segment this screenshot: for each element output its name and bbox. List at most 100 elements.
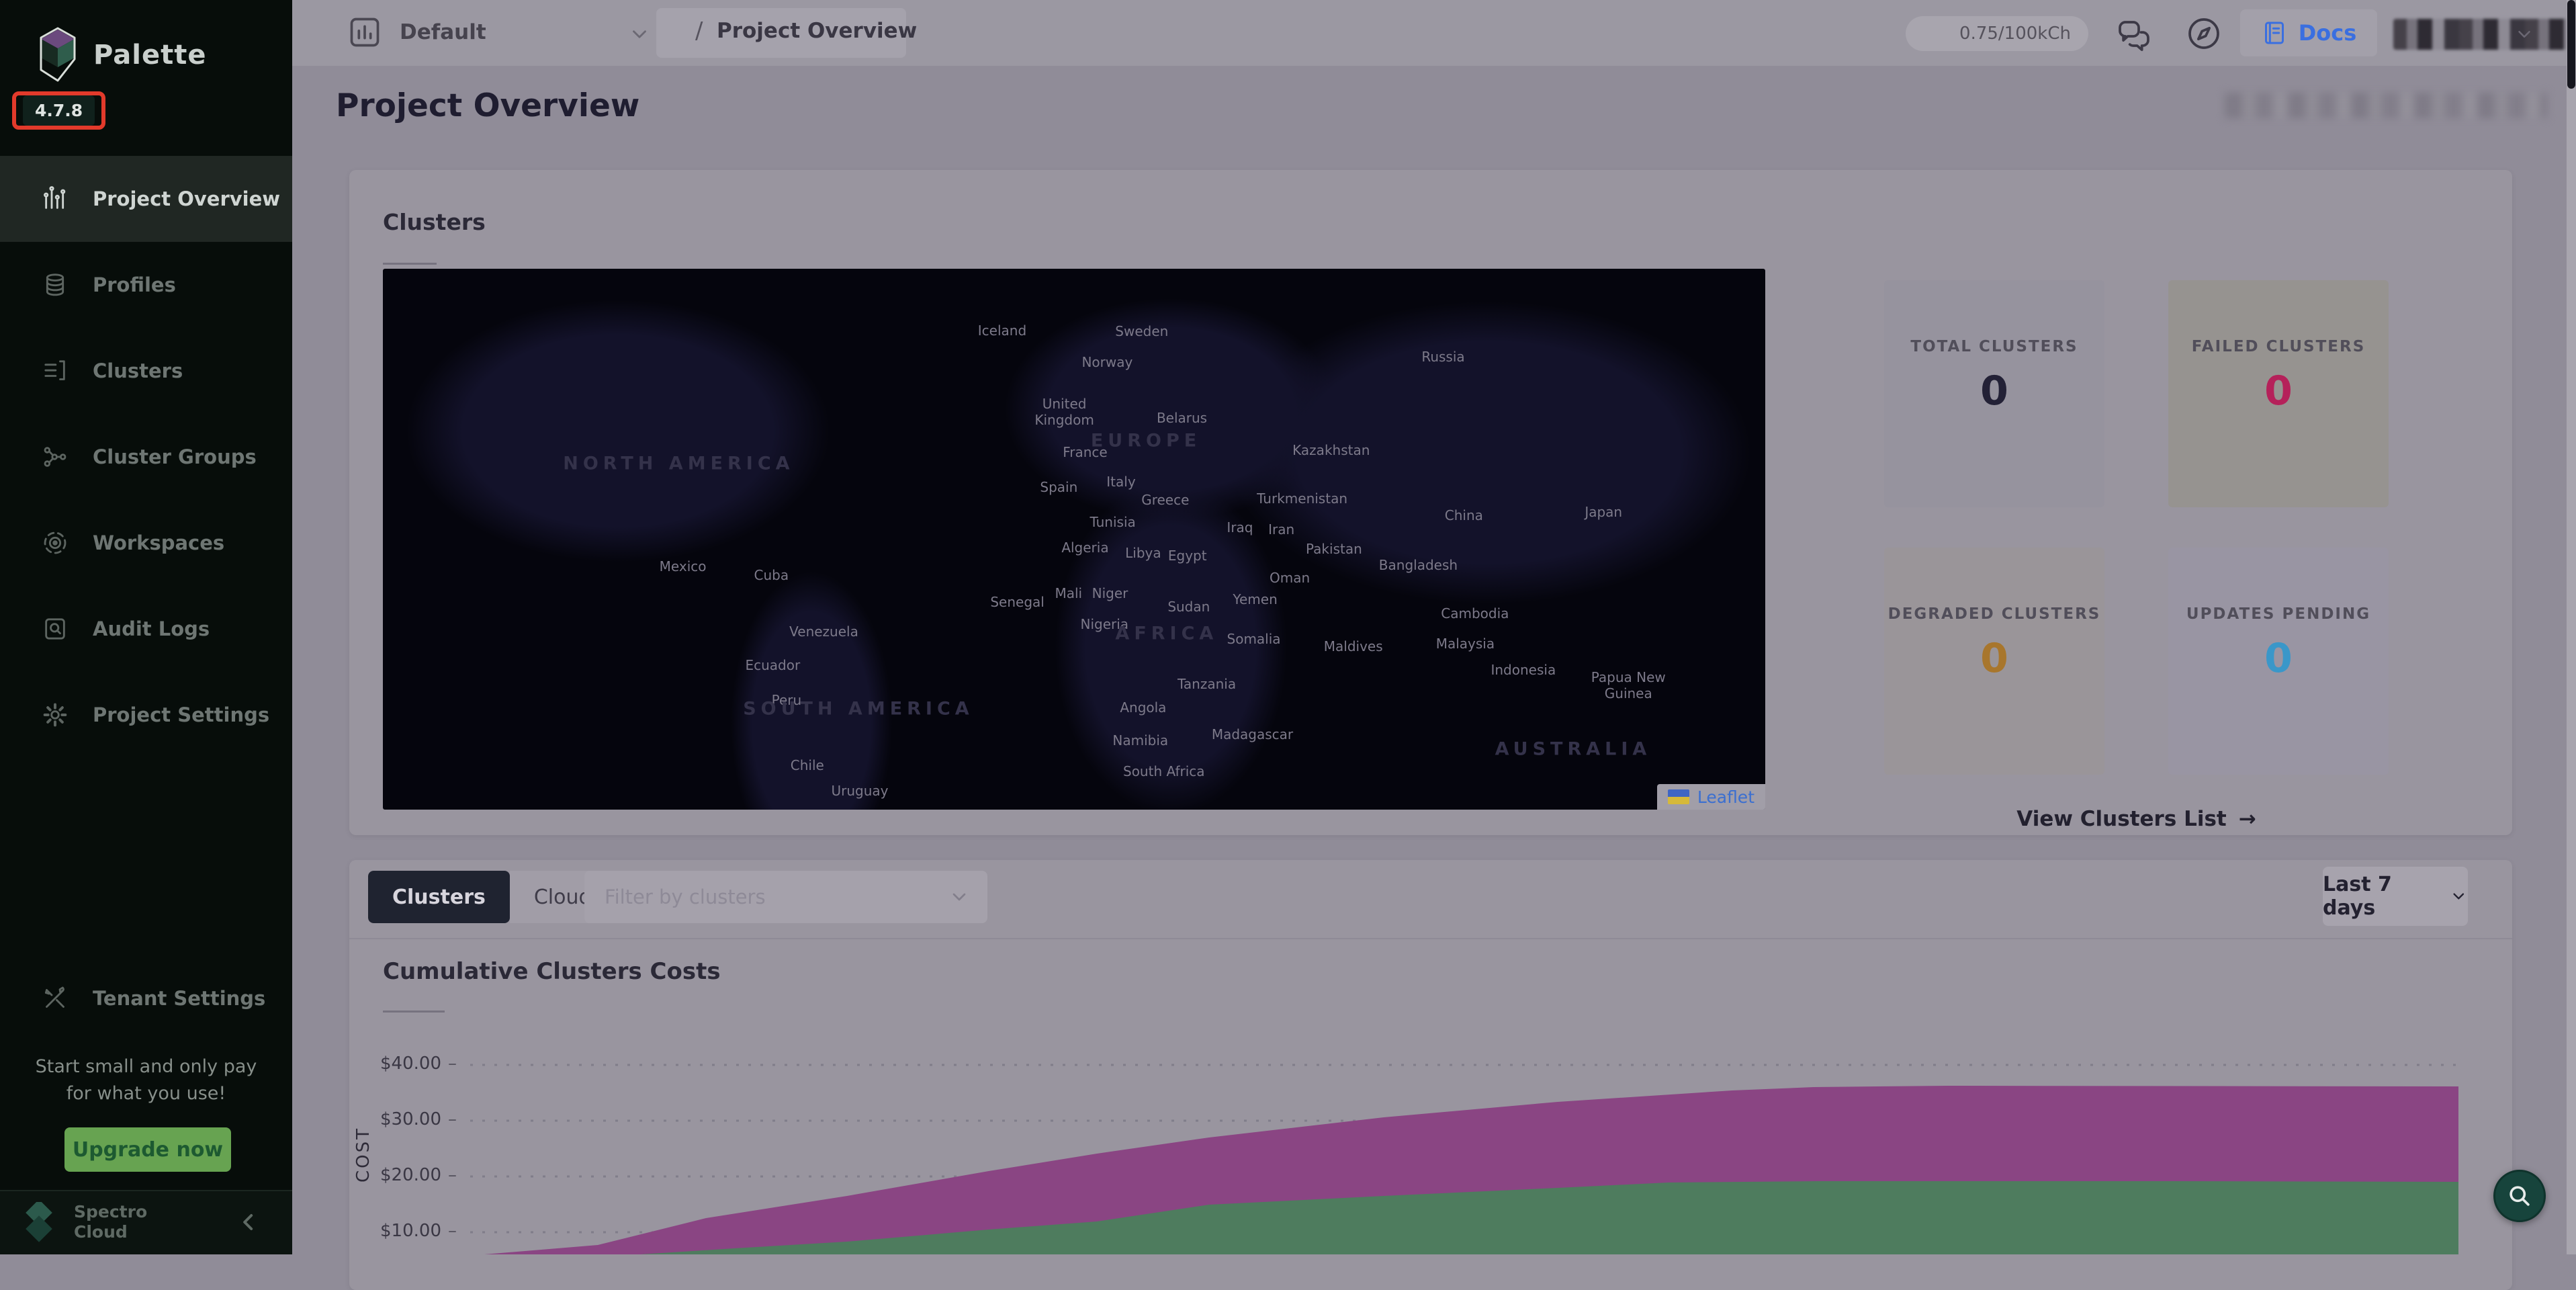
chevron-down-icon[interactable] xyxy=(628,23,651,46)
map-country-label: Russia xyxy=(1421,349,1464,365)
tools-icon xyxy=(42,985,69,1012)
map-country-label: Somalia xyxy=(1227,631,1281,647)
stat-tile-updates-pending: UPDATES PENDING0 xyxy=(2168,548,2389,775)
gear-icon xyxy=(42,701,69,728)
map-country-label: Mali xyxy=(1055,585,1082,601)
upgrade-now-button[interactable]: Upgrade now xyxy=(64,1127,231,1172)
project-selector[interactable]: Default xyxy=(347,15,486,50)
breadcrumb[interactable]: Project Overview xyxy=(717,19,917,43)
clusters-card: Clusters Leaflet IcelandSwedenNorwayRuss… xyxy=(349,170,2512,835)
app-logo: Palette xyxy=(37,27,206,83)
map-country-label: Egypt xyxy=(1168,548,1207,564)
map-country-label: Angola xyxy=(1120,699,1166,716)
sidebar-item-profiles[interactable]: Profiles xyxy=(0,242,292,328)
sidebar-footer: Spectro Cloud xyxy=(0,1190,292,1254)
map-country-label: Papua New Guinea xyxy=(1585,669,1672,701)
map-country-label: Oman xyxy=(1270,570,1310,586)
divider xyxy=(383,1010,445,1013)
sidebar-collapse-icon[interactable] xyxy=(235,1209,262,1236)
map-country-label: Maldives xyxy=(1324,638,1383,654)
sidebar-item-cluster-groups[interactable]: Cluster Groups xyxy=(0,414,292,500)
map-country-label: Iran xyxy=(1268,521,1294,538)
map-country-label: Venezuela xyxy=(789,624,858,640)
map-country-label: Norway xyxy=(1081,354,1132,370)
chart-icon xyxy=(347,15,382,50)
costs-card: ClustersClouds Filter by clusters Last 7… xyxy=(349,860,2512,1290)
map-country-label: South Africa xyxy=(1123,763,1205,779)
map-country-label: Niger xyxy=(1092,585,1128,601)
arrow-right-icon: → xyxy=(2239,807,2256,831)
map-continent-label: EUROPE xyxy=(1091,430,1201,451)
ukraine-flag-icon xyxy=(1668,789,1689,804)
spectro-cloud-logo-icon xyxy=(20,1202,62,1244)
sidebar-item-label: Tenant Settings xyxy=(93,987,265,1010)
sidebar-item-audit-logs[interactable]: Audit Logs xyxy=(0,586,292,672)
map-country-label: Madagascar xyxy=(1212,726,1293,742)
map-continent-label: AUSTRALIA xyxy=(1495,738,1652,759)
sidebar-item-label: Profiles xyxy=(93,273,176,296)
map-country-label: Sudan xyxy=(1167,599,1210,615)
y-tick-label: $10.00– xyxy=(376,1221,457,1241)
sidebar-item-clusters[interactable]: Clusters xyxy=(0,328,292,414)
chevron-down-icon[interactable] xyxy=(2514,24,2534,44)
date-range-select[interactable]: Last 7 days xyxy=(2323,867,2468,926)
topbar: Default / Project Overview 0.75/100kCh D… xyxy=(292,0,2576,66)
version-badge-highlight: 4.7.8 xyxy=(12,91,105,130)
workspaces-icon xyxy=(42,529,69,556)
stat-label: DEGRADED CLUSTERS xyxy=(1884,605,2104,623)
user-menu-redacted[interactable] xyxy=(2393,19,2569,50)
sidebar: Palette 4.7.8 Project Overview Profiles Cl… xyxy=(0,0,292,1254)
map-country-label: Kazakhstan xyxy=(1292,442,1370,458)
docs-button-label: Docs xyxy=(2299,20,2357,46)
map-country-label: Sweden xyxy=(1115,323,1168,339)
map-country-label: Malaysia xyxy=(1436,636,1495,652)
cumulative-costs-chart xyxy=(470,1033,2458,1254)
leaflet-link[interactable]: Leaflet xyxy=(1697,787,1755,807)
map-country-label: Tanzania xyxy=(1178,676,1236,692)
chat-icon[interactable] xyxy=(2115,17,2153,55)
map-continent-label: AFRICA xyxy=(1115,624,1218,644)
world-map[interactable]: Leaflet IcelandSwedenNorwayRussiaUnited … xyxy=(383,269,1765,810)
stat-tile-total-clusters: TOTAL CLUSTERS0 xyxy=(1884,280,2104,507)
map-country-label: United Kingdom xyxy=(1021,396,1108,428)
chart-title: Cumulative Clusters Costs xyxy=(383,958,721,985)
map-continent-label: SOUTH AMERICA xyxy=(743,699,974,720)
sidebar-item-label: Workspaces xyxy=(93,531,224,554)
sidebar-item-label: Project Settings xyxy=(93,703,269,726)
tab-clusters[interactable]: Clusters xyxy=(368,871,510,923)
stat-label: TOTAL CLUSTERS xyxy=(1884,338,2104,355)
map-country-label: Italy xyxy=(1106,474,1135,490)
map-country-label: Yemen xyxy=(1233,591,1277,607)
view-clusters-list-link[interactable]: View Clusters List→ xyxy=(1884,807,2389,831)
stat-label: FAILED CLUSTERS xyxy=(2168,338,2389,355)
floating-search-button[interactable] xyxy=(2493,1170,2546,1222)
audit-logs-icon xyxy=(42,615,69,642)
chevron-down-icon xyxy=(948,886,970,908)
clusters-card-title: Clusters xyxy=(383,209,486,235)
map-country-label: China xyxy=(1445,507,1483,523)
scrollbar-thumb[interactable] xyxy=(2567,0,2575,89)
map-country-label: Senegal xyxy=(990,594,1045,610)
stat-tile-degraded-clusters: DEGRADED CLUSTERS0 xyxy=(1884,548,2104,775)
map-country-label: Cuba xyxy=(754,567,789,583)
sidebar-item-label: Project Overview xyxy=(93,187,280,210)
map-country-label: Belarus xyxy=(1157,410,1207,426)
cluster-stats-grid: TOTAL CLUSTERS0 FAILED CLUSTERS 0 DEGRADED … xyxy=(1884,280,2389,775)
map-country-label: Cambodia xyxy=(1441,605,1509,621)
sidebar-item-project-overview[interactable]: Project Overview xyxy=(0,156,292,242)
sidebar-item-workspaces[interactable]: Workspaces xyxy=(0,500,292,586)
divider xyxy=(349,938,2512,939)
map-country-label: Spain xyxy=(1040,479,1077,495)
filter-placeholder: Filter by clusters xyxy=(584,886,948,908)
y-axis-label: COST xyxy=(353,1127,373,1182)
compass-icon[interactable] xyxy=(2185,15,2223,52)
scrollbar-track[interactable] xyxy=(2567,0,2576,1254)
map-attribution[interactable]: Leaflet xyxy=(1657,784,1765,810)
main-content: Project Overview Clusters Leaflet Icelan… xyxy=(292,66,2576,1254)
stat-value: 0 xyxy=(2168,368,2389,415)
sidebar-item-tenant-settings[interactable]: Tenant Settings xyxy=(0,955,292,1041)
sidebar-tenant-nav: Tenant Settings xyxy=(0,955,292,1041)
filter-by-clusters-select[interactable]: Filter by clusters xyxy=(584,871,987,923)
sidebar-item-project-settings[interactable]: Project Settings xyxy=(0,672,292,758)
docs-button[interactable]: Docs xyxy=(2240,9,2377,56)
